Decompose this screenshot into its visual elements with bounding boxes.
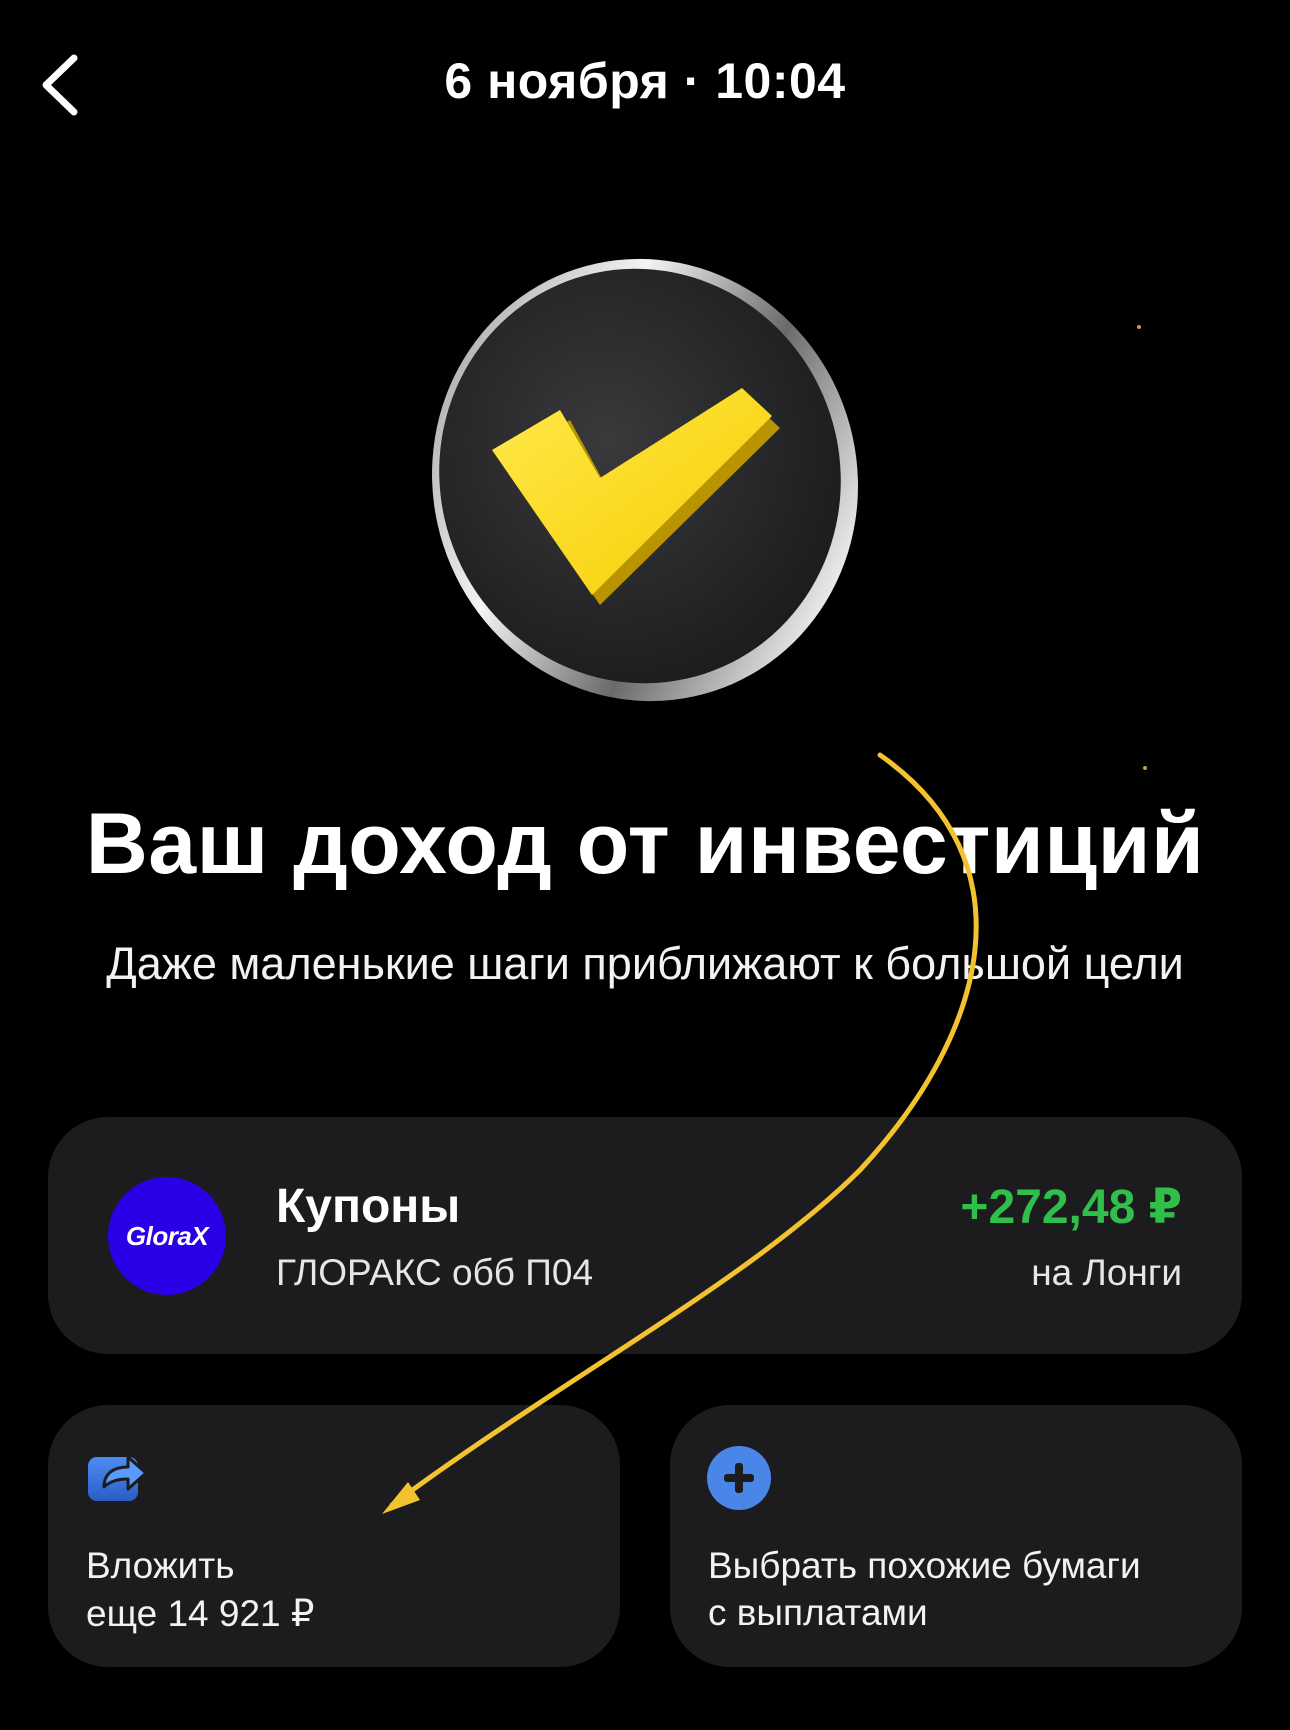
bond-name: ГЛОРАКС обб П04 — [276, 1252, 594, 1293]
checkmark-coin-icon — [420, 250, 870, 710]
sparkle-dot — [1137, 325, 1141, 329]
coupon-income-card[interactable]: GloraX Купоны ГЛОРАКС обб П04 +272,48 ₽ … — [48, 1117, 1242, 1354]
invest-label: Вложить — [86, 1545, 235, 1586]
page-title: Ваш доход от инвестиций — [85, 796, 1205, 892]
choose-label: Выбрать похожие бумаги — [708, 1545, 1141, 1586]
invest-amount: еще 14 921 ₽ — [86, 1593, 315, 1634]
invest-more-button[interactable]: Вложить еще 14 921 ₽ — [48, 1405, 620, 1667]
income-amount: +272,48 ₽ — [960, 1181, 1182, 1234]
header-title: 6 ноября · 10:04 — [444, 53, 846, 109]
choose-similar-bonds-button[interactable]: Выбрать похожие бумаги с выплатами — [670, 1405, 1242, 1667]
share-arrow-icon — [82, 1441, 152, 1511]
account-name: на Лонги — [1031, 1252, 1182, 1293]
choose-label-second-line: с выплатами — [708, 1592, 928, 1633]
coupon-title: Купоны — [276, 1180, 461, 1233]
plus-circle-icon — [704, 1441, 774, 1511]
page-subtitle: Даже маленькие шаги приближают к большой… — [106, 938, 1184, 989]
sparkle-dot — [1143, 766, 1147, 770]
glorax-logo: GloraX — [108, 1177, 226, 1295]
